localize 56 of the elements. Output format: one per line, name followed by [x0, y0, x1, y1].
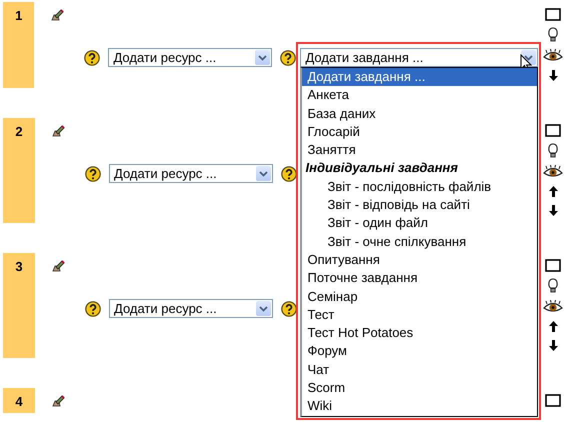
resource-select[interactable]: Додати ресурс ... — [108, 48, 272, 67]
lightbulb-icon[interactable] — [547, 278, 559, 294]
dropdown-option[interactable]: Звіт - відповідь на сайті — [302, 196, 538, 214]
section-number: 1 — [3, 2, 34, 88]
lightbulb-icon[interactable] — [547, 27, 560, 43]
dropdown-option[interactable]: Додати завдання ... — [302, 68, 538, 86]
lightbulb-icon[interactable] — [547, 143, 559, 159]
help-icon[interactable] — [280, 50, 296, 66]
down-arrow-icon[interactable] — [548, 69, 559, 82]
square-icon[interactable] — [545, 259, 561, 272]
chevron-icon — [259, 306, 268, 312]
eye-icon[interactable] — [543, 165, 563, 179]
dropdown-option[interactable]: Опитування — [302, 250, 538, 270]
activity-select[interactable]: Додати завдання ... — [300, 48, 538, 67]
option-group-label: Індивідуальні завдання — [304, 159, 459, 178]
pencil-icon[interactable] — [51, 9, 64, 21]
square-icon[interactable] — [545, 8, 562, 21]
dropdown-option[interactable]: База даних — [302, 104, 538, 123]
pencil-icon[interactable] — [52, 395, 65, 407]
dropdown-option[interactable]: Поточне завдання — [302, 269, 538, 288]
pencil-icon[interactable] — [52, 125, 65, 137]
dropdown-option[interactable]: Чат — [302, 360, 538, 380]
section-number: 2 — [3, 118, 35, 223]
dropdown-option[interactable]: Анкета — [302, 86, 538, 105]
help-icon[interactable] — [281, 166, 297, 182]
chevron-icon — [259, 170, 268, 176]
dropdown-option[interactable]: Звіт - очне спілкування — [302, 232, 538, 251]
resource-select[interactable]: Додати ресурс ... — [109, 164, 273, 183]
down-arrow-icon[interactable] — [548, 339, 558, 352]
square-icon[interactable] — [545, 124, 561, 137]
dropdown-option[interactable]: Звіт - один файл — [302, 214, 538, 233]
pencil-icon[interactable] — [52, 260, 65, 272]
chevron-icon — [258, 54, 268, 60]
dropdown-option[interactable]: Scorm — [302, 379, 538, 398]
square-icon[interactable] — [545, 394, 561, 407]
down-arrow-icon[interactable] — [548, 204, 558, 217]
up-arrow-icon[interactable] — [548, 185, 558, 198]
dropdown-option[interactable]: Семінар — [302, 288, 538, 306]
help-icon[interactable] — [281, 300, 297, 316]
section-number: 4 — [3, 388, 35, 413]
eye-icon[interactable] — [543, 49, 564, 63]
resource-select[interactable]: Додати ресурс ... — [109, 299, 273, 318]
dropdown-option[interactable]: Wiki — [302, 397, 538, 416]
dropdown-option[interactable]: Звіт - послідовність файлів — [302, 178, 538, 196]
eye-icon[interactable] — [543, 300, 563, 314]
help-icon[interactable] — [84, 50, 100, 66]
help-icon[interactable] — [85, 166, 101, 182]
section-number: 3 — [3, 253, 35, 358]
help-icon[interactable] — [85, 300, 101, 316]
chevron-icon — [524, 54, 534, 60]
dropdown-option[interactable]: Глосарій — [302, 122, 538, 142]
dropdown-option[interactable]: Тест — [302, 306, 538, 324]
up-arrow-icon[interactable] — [548, 320, 558, 333]
dropdown-option[interactable]: Тест Hot Potatoes — [302, 324, 538, 342]
dropdown-option[interactable]: Заняття — [302, 141, 538, 160]
dropdown-option[interactable]: Форум — [302, 342, 538, 361]
